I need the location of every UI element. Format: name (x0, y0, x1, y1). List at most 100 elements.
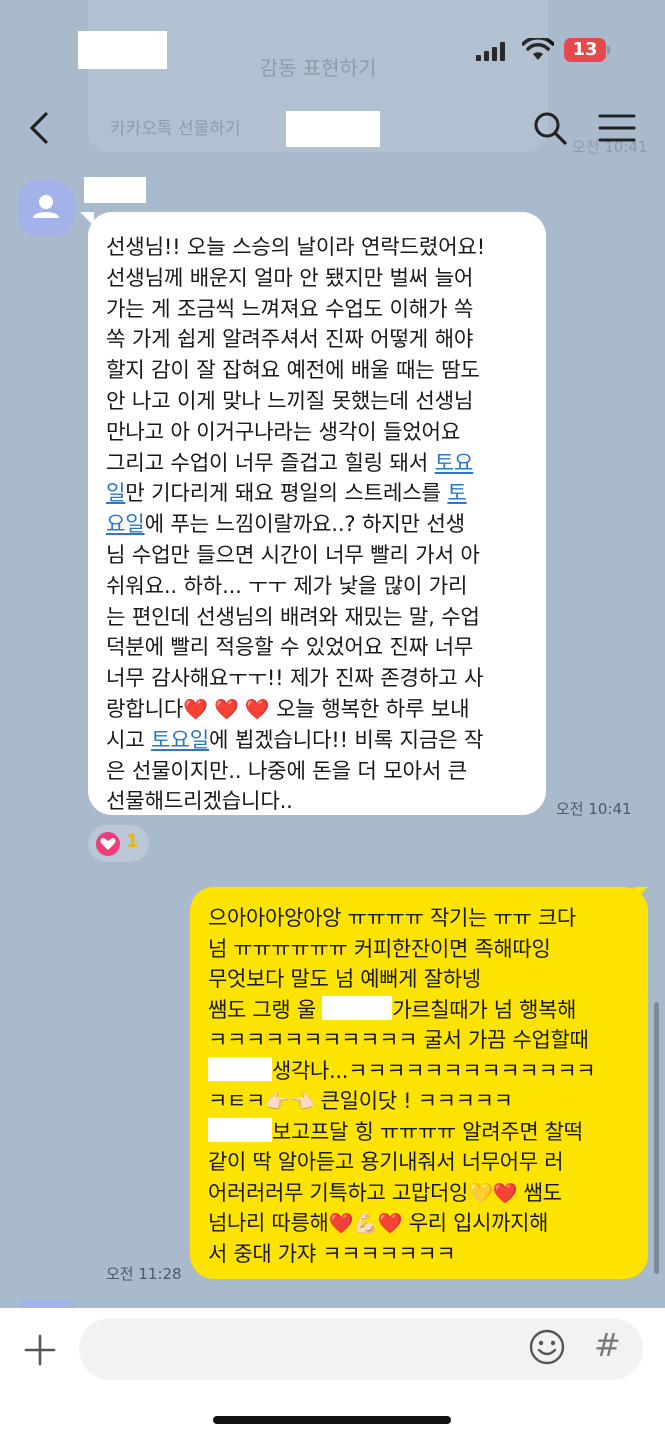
message-text: 할지 감이 잘 잡혀요 예전에 배울 때는 땀도 (106, 357, 480, 383)
heart-emoji: ❤️ ❤️ ❤️ (183, 696, 270, 721)
message-line: 으아아아앙아앙 ㅠㅠㅠㅠ 작기는 ㅠㅠ 크다 (208, 903, 640, 934)
scrollbar[interactable] (654, 1002, 659, 1274)
message-line: 시고 토요일에 뵙겠습니다!! 비록 지금은 작 (106, 725, 530, 756)
date-link[interactable]: 일 (106, 480, 126, 505)
message-text: 선물해드리겠습니다.. (106, 788, 293, 814)
message-text: 에 푸는 느낌이랄까요..? 하지만 선생 (144, 511, 466, 537)
message-line: 쌤도 그랭 울 가르칠때가 넘 행복해 (208, 995, 640, 1026)
heart-icon (96, 832, 120, 856)
message-line: 님 수업만 들으면 시간이 너무 빨리 가서 아 (106, 540, 530, 571)
message-line: 보고프달 힝 ㅠㅠㅠㅠ 알려주면 찰떡 (208, 1117, 640, 1148)
message-text: 선생님!! 오늘 스승의 날이라 연락드렸어요! (106, 234, 485, 259)
redacted-name (208, 1117, 272, 1142)
message-line: 선물해드리겠습니다.. (106, 786, 530, 817)
message-text: ㅋㅌㅋ (208, 1089, 266, 1113)
chevron-left-icon[interactable] (22, 110, 58, 146)
message-text: 큰일이닷 ! ㅋㅋㅋㅋㅋ (314, 1089, 513, 1113)
hamburger-menu-icon[interactable] (598, 112, 636, 144)
message-text: 서 중대 가쟈 ㅋㅋㅋㅋㅋㅋㅋ (208, 1241, 456, 1266)
chat-title-redacted (286, 111, 380, 147)
overlay-line2: 카카오톡 선물하기 (110, 119, 241, 139)
message-line: 넘 ㅠㅠㅠㅠㅠㅠ 커피한잔이면 족해따잉 (208, 934, 640, 965)
message-line: ㅋㅌㅋ👉🏻👈🏻 큰일이닷 ! ㅋㅋㅋㅋㅋ (208, 1086, 640, 1117)
message-text: 안 나고 이게 맞나 느끼질 못했는데 선생님 (106, 387, 474, 413)
message-text: 그리고 수업이 너무 즐겁고 힐링 돼서 (106, 449, 435, 475)
heart-muscle-emoji: ❤️💪🏻❤️ (328, 1211, 403, 1235)
message-text: 보고프달 힝 ㅠㅠㅠㅠ 알려주면 찰떡 (272, 1119, 583, 1144)
home-indicator[interactable] (213, 1416, 451, 1424)
message-line: 가는 게 조금씩 느껴져요 수업도 이해가 쏙 (106, 294, 530, 325)
message-text: 쌤도 (517, 1180, 562, 1205)
message-line: 선생님!! 오늘 스승의 날이라 연락드렸어요! (106, 232, 530, 263)
date-link[interactable]: 토요 (435, 450, 474, 475)
message-text: 우리 입시까지해 (402, 1211, 549, 1235)
message-text: 님 수업만 들으면 시간이 너무 빨리 가서 아 (106, 541, 480, 567)
message-text: 같이 딱 알아듣고 용기내줘서 너무어무 러 (208, 1150, 564, 1174)
message-timestamp: 오전 10:41 (556, 800, 632, 818)
date-link[interactable]: 토요일 (151, 727, 209, 752)
message-line: 은 선물이지만.. 나중에 돈을 더 모아서 큰 (106, 756, 530, 787)
message-line: ㅋㅋㅋㅋㅋㅋㅋㅋㅋㅋㅋ 굴서 가끔 수업할때 (208, 1025, 640, 1056)
message-text: 선생님께 배운지 얼마 안 됐지만 벌써 늘어 (106, 264, 474, 290)
message-line: 서 중대 가쟈 ㅋㅋㅋㅋㅋㅋㅋ (208, 1239, 640, 1270)
message-text: 시고 (106, 726, 152, 752)
message-text: 으아아아앙아앙 ㅠㅠㅠㅠ 작기는 ㅠㅠ 크다 (208, 906, 576, 930)
message-timestamp: 오전 11:28 (106, 1265, 182, 1283)
received-message-bubble[interactable]: 선생님!! 오늘 스승의 날이라 연락드렸어요! 선생님께 배운지 얼마 안 됐… (88, 212, 546, 815)
message-text: 에 뵙겠습니다!! 비록 지금은 작 (209, 726, 484, 752)
sent-message-bubble[interactable]: 으아아아앙아앙 ㅠㅠㅠㅠ 작기는 ㅠㅠ 크다 넘 ㅠㅠㅠㅠㅠㅠ 커피한잔이면 족… (190, 887, 648, 1279)
message-text: 랑합니다 (106, 695, 184, 721)
heart-emoji: 💛❤️ (468, 1180, 518, 1205)
message-line: 일만 기다리게 돼요 평일의 스트레스를 토 (106, 478, 530, 509)
message-line: 무엇보다 말도 넘 예뻐게 잘하넹 (208, 964, 640, 995)
message-text: 쌤도 그랭 울 (208, 997, 323, 1022)
message-text: 가는 게 조금씩 느껴져요 수업도 이해가 쏙 (106, 295, 474, 321)
message-text: 은 선물이지만.. 나중에 돈을 더 모아서 큰 (106, 757, 467, 783)
overlay-line1: 감동 표현하기 (259, 56, 377, 80)
message-line: 쏙 가게 쉽게 알려주셔서 진짜 어떻게 해야 (106, 324, 530, 355)
message-text: 너무 감사해요ㅜㅜ!! 제가 진짜 존경하고 사 (106, 665, 484, 691)
message-text: 는 편인데 선생님의 배려와 재밌는 말, 수업 (106, 603, 480, 629)
message-composer: # (0, 1308, 665, 1440)
message-line: 쉬워요.. 하하... ㅜㅜ 제가 낯을 많이 가리 (106, 571, 530, 602)
message-line: 어러러러무 기특하고 고맙더잉💛❤️ 쌤도 (208, 1178, 640, 1209)
message-line: 요일에 푸는 느낌이랄까요..? 하지만 선생 (106, 509, 530, 540)
reaction-badge[interactable]: 1 (88, 825, 149, 862)
battery-level: 13 (564, 38, 606, 62)
battery-nub (607, 46, 610, 54)
pointing-hands-emoji: 👉🏻👈🏻 (265, 1089, 315, 1113)
message-line: 랑합니다❤️ ❤️ ❤️ 오늘 행복한 하루 보내 (106, 694, 530, 725)
search-icon[interactable] (532, 110, 568, 146)
message-text: 쏙 가게 쉽게 알려주셔서 진짜 어떻게 해야 (106, 326, 474, 352)
message-line: 선생님께 배운지 얼마 안 됐지만 벌써 늘어 (106, 263, 530, 294)
date-link[interactable]: 요일 (106, 511, 145, 536)
redacted-name (208, 1056, 272, 1081)
message-text: 오늘 행복한 하루 보내 (269, 695, 470, 721)
message-text: 무엇보다 말도 넘 예뻐게 잘하넹 (208, 967, 481, 991)
message-text: 만나고 아 이거구나라는 생각이 들었어요 (106, 418, 461, 444)
hashtag-search-button[interactable]: # (594, 1326, 621, 1364)
plus-icon[interactable] (24, 1334, 56, 1366)
sender-name-redacted (84, 177, 146, 203)
message-line: 만나고 아 이거구나라는 생각이 들었어요 (106, 417, 530, 448)
message-text: 넘나리 따릉해 (208, 1211, 329, 1235)
message-text: 쉬워요.. 하하... ㅜㅜ 제가 낯을 많이 가리 (106, 572, 468, 598)
message-line: 그리고 수업이 너무 즐겁고 힐링 돼서 토요 (106, 448, 530, 479)
message-text: 덕분에 빨리 적응할 수 있었어요 진짜 너무 (106, 634, 474, 660)
avatar[interactable] (17, 180, 75, 236)
message-line: 는 편인데 선생님의 배려와 재밌는 말, 수업 (106, 602, 530, 633)
message-text: 넘 ㅠㅠㅠㅠㅠㅠ 커피한잔이면 족해따잉 (208, 936, 551, 961)
message-line: 같이 딱 알아듣고 용기내줘서 너무어무 러 (208, 1147, 640, 1178)
message-text: ㅋㅋㅋㅋㅋㅋㅋㅋㅋㅋㅋ 굴서 가끔 수업할때 (208, 1028, 589, 1052)
message-line: 안 나고 이게 맞나 느끼질 못했는데 선생님 (106, 386, 530, 417)
smiley-icon[interactable] (528, 1328, 566, 1366)
message-line: 생각나...ㅋㅋㅋㅋㅋㅋㅋㅋㅋㅋㅋㅋㅋ (208, 1056, 640, 1087)
message-line: 넘나리 따릉해❤️💪🏻❤️ 우리 입시까지해 (208, 1208, 640, 1239)
date-link[interactable]: 토 (447, 480, 467, 505)
message-line: 너무 감사해요ㅜㅜ!! 제가 진짜 존경하고 사 (106, 663, 530, 694)
message-line: 덕분에 빨리 적응할 수 있었어요 진짜 너무 (106, 632, 530, 663)
message-line: 할지 감이 잘 잡혀요 예전에 배울 때는 땀도 (106, 355, 530, 386)
redacted-name (322, 995, 393, 1020)
message-text: 가르칠때가 넘 행복해 (392, 997, 577, 1022)
message-text: 생각나...ㅋㅋㅋㅋㅋㅋㅋㅋㅋㅋㅋㅋㅋ (272, 1058, 596, 1083)
